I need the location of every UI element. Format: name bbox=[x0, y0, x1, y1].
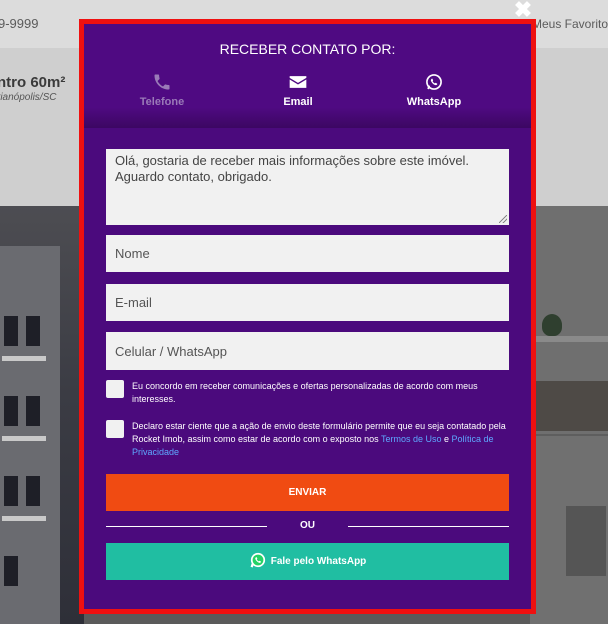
message-textarea[interactable]: Olá, gostaria de receber mais informaçõe… bbox=[106, 149, 509, 225]
send-button[interactable]: ENVIAR bbox=[106, 474, 509, 511]
modal-header: RECEBER CONTATO POR: Telefone Email What… bbox=[84, 24, 531, 128]
room-shelf bbox=[530, 336, 608, 342]
consent-marketing-text: Eu concordo em receber comunicações e of… bbox=[132, 381, 478, 404]
close-icon[interactable]: ✖ bbox=[513, 0, 533, 21]
tab-email[interactable]: Email bbox=[243, 72, 353, 116]
modal-title: RECEBER CONTATO POR: bbox=[219, 41, 396, 57]
room-floor bbox=[530, 381, 608, 431]
window bbox=[4, 476, 18, 506]
resize-handle-icon[interactable] bbox=[499, 215, 507, 223]
window bbox=[4, 396, 18, 426]
plant bbox=[542, 314, 562, 336]
terms-link[interactable]: Termos de Uso bbox=[381, 434, 442, 444]
interior-photo bbox=[530, 206, 608, 624]
divider bbox=[106, 526, 267, 527]
balcony bbox=[2, 516, 46, 521]
phone-input[interactable] bbox=[106, 332, 509, 370]
window bbox=[26, 396, 40, 426]
tab-whatsapp-label: WhatsApp bbox=[406, 96, 462, 108]
listing-title: ntro 60m² bbox=[0, 74, 66, 91]
contact-modal: RECEBER CONTATO POR: Telefone Email What… bbox=[79, 19, 536, 614]
tab-telefone-label: Telefone bbox=[139, 96, 185, 108]
consent-privacy-checkbox[interactable] bbox=[106, 420, 124, 438]
favorites-link[interactable]: Meus Favoritos bbox=[532, 17, 608, 31]
or-separator: OU bbox=[300, 520, 315, 531]
balcony bbox=[2, 356, 46, 361]
window bbox=[26, 316, 40, 346]
balcony bbox=[2, 436, 46, 441]
listing-location: rianópolis/SC bbox=[0, 92, 57, 103]
window bbox=[4, 556, 18, 586]
window bbox=[4, 316, 18, 346]
whatsapp-icon bbox=[250, 552, 265, 568]
contact-method-tabs: Telefone Email WhatsApp bbox=[84, 72, 531, 116]
window bbox=[26, 476, 40, 506]
message-text: Olá, gostaria de receber mais informaçõe… bbox=[115, 153, 470, 184]
tab-email-label: Email bbox=[283, 96, 313, 108]
email-input[interactable] bbox=[106, 284, 509, 321]
cabinet bbox=[566, 506, 606, 576]
divider bbox=[348, 526, 509, 527]
consent-privacy-text-mid: e bbox=[441, 434, 452, 444]
header-phone: 9-9999 bbox=[0, 16, 39, 31]
building-photo bbox=[0, 206, 84, 624]
consent-privacy-text: Declaro estar ciente que a ação de envio… bbox=[132, 420, 512, 459]
consent-marketing-checkbox[interactable] bbox=[106, 380, 124, 398]
whatsapp-button-label: Fale pelo WhatsApp bbox=[270, 556, 367, 567]
tab-telefone[interactable]: Telefone bbox=[107, 72, 217, 116]
phone-icon bbox=[154, 74, 170, 90]
envelope-icon bbox=[289, 76, 307, 88]
tab-whatsapp[interactable]: WhatsApp bbox=[379, 72, 489, 116]
name-input[interactable] bbox=[106, 235, 509, 272]
whatsapp-button[interactable]: Fale pelo WhatsApp bbox=[106, 543, 509, 580]
whatsapp-icon bbox=[426, 74, 442, 90]
